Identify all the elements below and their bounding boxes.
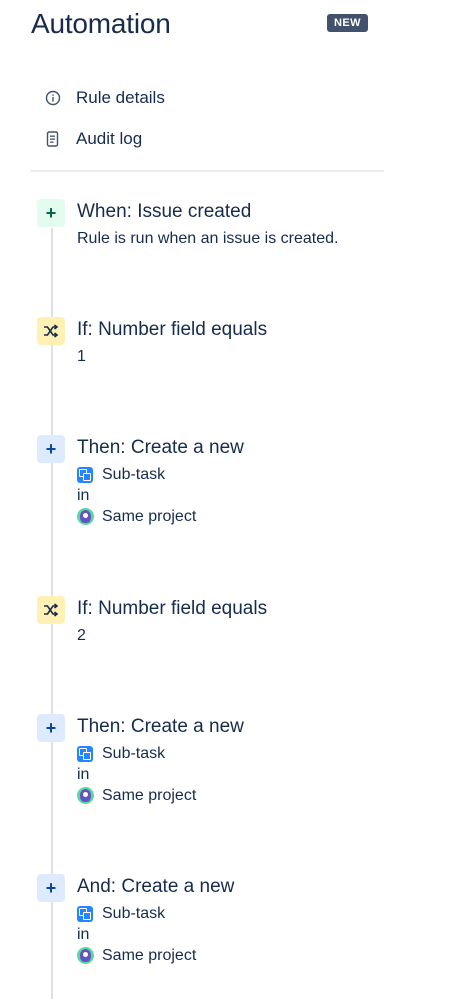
project-name: Same project [102,508,197,525]
rule-menu: Rule details Audit log [44,84,364,166]
project-name: Same project [102,787,197,804]
subtask-icon [77,745,93,762]
plus-icon: + [37,874,65,902]
divider [31,170,384,172]
condition-value: 1 [77,348,86,365]
menu-item-audit-log[interactable]: Audit log [44,125,364,153]
page-title: Automation [31,8,171,39]
step-description: Rule is run when an issue is created. [77,230,339,247]
shuffle-icon [37,317,65,345]
step-title: When: Issue created [77,201,252,222]
subtask-icon [77,466,93,483]
step-body: Sub-task in Same project [77,903,196,966]
document-icon [44,130,62,148]
new-badge: NEW [327,14,368,32]
issue-type: Sub-task [102,466,166,483]
step-body: Sub-task in Same project [77,743,196,806]
project-avatar-icon [77,947,94,964]
shuffle-icon [37,596,65,624]
plus-icon: + [37,435,65,463]
connector-text: in [77,487,90,504]
step-body: Sub-task in Same project [77,464,196,527]
menu-item-label: Audit log [76,129,143,148]
subtask-icon [77,905,93,922]
page-header: Automation NEW [31,6,381,46]
condition-value: 2 [77,627,86,644]
project-name: Same project [102,947,197,964]
connector-text: in [77,766,90,783]
info-icon [44,89,62,107]
step-title: If: Number field equals [77,598,268,619]
menu-item-label: Rule details [76,88,165,107]
plus-icon: + [37,199,65,227]
connector-text: in [77,926,90,943]
step-title: Then: Create a new [77,716,244,737]
plus-icon: + [37,714,65,742]
step-title: If: Number field equals [77,319,268,340]
step-title: And: Create a new [77,876,235,897]
issue-type: Sub-task [102,745,166,762]
menu-item-rule-details[interactable]: Rule details [44,84,364,112]
project-avatar-icon [77,508,94,525]
step-title: Then: Create a new [77,437,244,458]
issue-type: Sub-task [102,905,166,922]
project-avatar-icon [77,787,94,804]
